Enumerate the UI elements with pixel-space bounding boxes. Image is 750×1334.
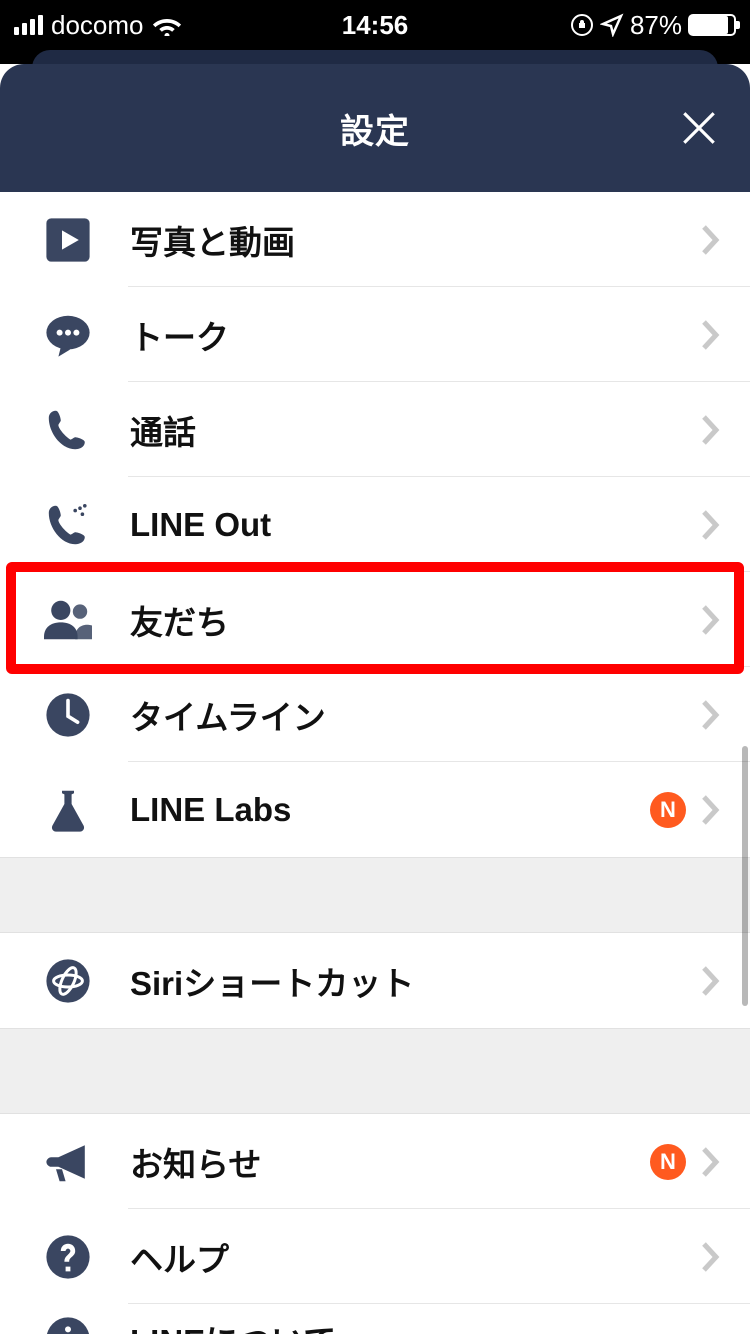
close-icon [678,107,720,149]
chevron-right-icon [700,508,720,542]
row-label: Siriショートカット [130,957,700,1005]
section-gap [0,857,750,933]
people-icon [44,596,92,644]
chevron-right-icon [700,223,720,257]
row-help[interactable]: ヘルプ [0,1209,750,1304]
carrier-label: docomo [51,10,144,41]
row-label: ヘルプ [130,1233,700,1281]
scroll-indicator[interactable] [742,746,748,1006]
wifi-icon [152,14,182,36]
settings-header: 設定 [0,64,750,192]
row-label: 通話 [130,406,700,454]
chevron-right-icon [700,1240,720,1274]
location-icon [600,13,624,37]
row-timeline[interactable]: タイムライン [0,667,750,762]
siri-icon [44,957,92,1005]
row-about[interactable]: LINEについて [0,1304,750,1334]
row-talk[interactable]: トーク [0,287,750,382]
row-label: お知らせ [130,1138,650,1186]
settings-list[interactable]: 写真と動画 トーク 通話 LINE Out [0,192,750,1334]
chevron-right-icon [700,793,720,827]
chevron-right-icon [700,698,720,732]
row-label: タイムライン [130,691,700,739]
chevron-right-icon [700,964,720,998]
battery-icon [688,14,736,36]
close-button[interactable] [678,107,720,149]
flask-icon [44,786,92,834]
phone-icon [44,406,92,454]
battery-percent: 87% [630,10,682,41]
row-photos-video[interactable]: 写真と動画 [0,192,750,287]
info-circle-icon [44,1315,92,1334]
clock-icon [44,691,92,739]
cellular-signal-icon [14,15,43,35]
row-friends[interactable]: 友だち [0,572,750,667]
row-label: LINEについて [130,1315,720,1334]
rotation-lock-icon [570,13,594,37]
megaphone-icon [44,1138,92,1186]
row-news[interactable]: お知らせ N [0,1114,750,1209]
row-siri-shortcut[interactable]: Siriショートカット [0,933,750,1028]
clock: 14:56 [342,10,409,41]
phone-out-icon [44,501,92,549]
new-badge: N [650,792,686,828]
question-circle-icon [44,1233,92,1281]
row-line-out[interactable]: LINE Out [0,477,750,572]
page-title: 設定 [340,104,410,153]
row-label: 友だち [130,596,700,644]
status-bar: docomo 14:56 87% [0,0,750,50]
chat-bubble-icon [44,311,92,359]
chevron-right-icon [700,318,720,352]
chevron-right-icon [700,413,720,447]
row-label: LINE Labs [130,791,650,829]
play-square-icon [44,216,92,264]
row-label: 写真と動画 [130,216,700,264]
row-label: トーク [130,311,700,359]
row-calls[interactable]: 通話 [0,382,750,477]
new-badge: N [650,1144,686,1180]
sheet-stack-hint [0,50,750,64]
chevron-right-icon [700,603,720,637]
chevron-right-icon [700,1145,720,1179]
row-label: LINE Out [130,506,700,544]
row-line-labs[interactable]: LINE Labs N [0,762,750,857]
section-gap [0,1028,750,1114]
